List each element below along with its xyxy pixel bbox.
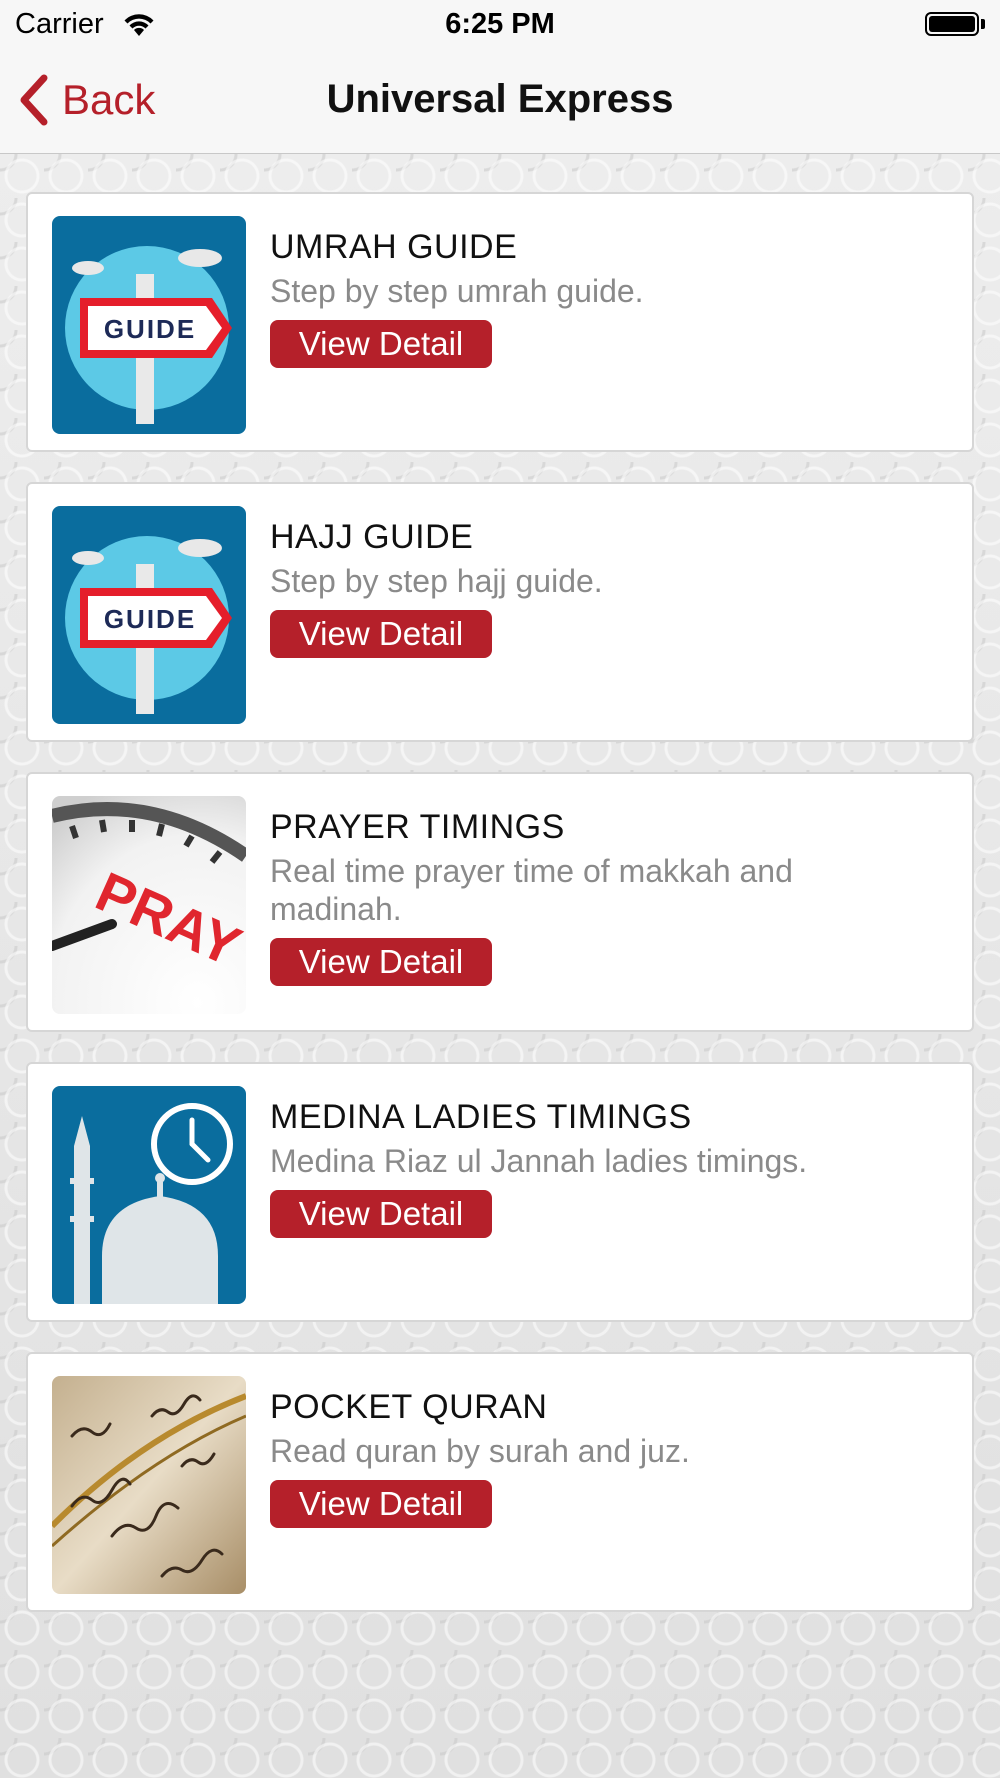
pray-clock-icon: PRAY bbox=[52, 796, 246, 1014]
navigation-bar: Back Universal Express bbox=[0, 50, 1000, 154]
view-detail-button[interactable]: View Detail bbox=[270, 610, 492, 658]
list-item-pocket-quran[interactable]: POCKET QURAN Read quran by surah and juz… bbox=[26, 1352, 974, 1612]
card-title: MEDINA LADIES TIMINGS bbox=[270, 1098, 692, 1136]
battery-icon bbox=[925, 12, 979, 36]
sign-text: GUIDE bbox=[104, 314, 196, 344]
card-description: Real time prayer time of makkah and madi… bbox=[270, 853, 793, 927]
card-title: PRAYER TIMINGS bbox=[270, 808, 565, 846]
view-detail-button[interactable]: View Detail bbox=[270, 320, 492, 368]
status-bar: Carrier 6:25 PM bbox=[0, 0, 1000, 50]
list-item-umrah-guide[interactable]: GUIDE UMRAH GUIDE Step by step umrah gui… bbox=[26, 192, 974, 452]
page-title: Universal Express bbox=[326, 77, 674, 121]
card-description: Read quran by surah and juz. bbox=[270, 1433, 690, 1469]
sign-text: GUIDE bbox=[104, 604, 196, 634]
list-item-hajj-guide[interactable]: GUIDE HAJJ GUIDE Step by step hajj guide… bbox=[26, 482, 974, 742]
card-title: HAJJ GUIDE bbox=[270, 518, 474, 556]
card-title: POCKET QURAN bbox=[270, 1388, 548, 1426]
view-detail-button[interactable]: View Detail bbox=[270, 1190, 492, 1238]
card-description: Step by step hajj guide. bbox=[270, 563, 603, 599]
guide-signpost-icon: GUIDE bbox=[52, 216, 246, 434]
status-time: 6:25 PM bbox=[445, 8, 555, 40]
card-description: Step by step umrah guide. bbox=[270, 273, 644, 309]
mosque-clock-icon bbox=[52, 1086, 246, 1304]
view-detail-button[interactable]: View Detail bbox=[270, 938, 492, 986]
card-description: Medina Riaz ul Jannah ladies timings. bbox=[270, 1143, 808, 1179]
view-detail-button[interactable]: View Detail bbox=[270, 1480, 492, 1528]
list-item-medina-ladies-timings[interactable]: MEDINA LADIES TIMINGS Medina Riaz ul Jan… bbox=[26, 1062, 974, 1322]
quran-page-icon bbox=[52, 1376, 246, 1594]
card-title: UMRAH GUIDE bbox=[270, 228, 518, 266]
list-item-prayer-timings[interactable]: PRAY PRAYER TIMINGS Real time prayer tim… bbox=[26, 772, 974, 1032]
battery-nub bbox=[981, 19, 985, 29]
services-list: GUIDE UMRAH GUIDE Step by step umrah gui… bbox=[0, 154, 1000, 1778]
guide-signpost-icon: GUIDE bbox=[52, 506, 246, 724]
